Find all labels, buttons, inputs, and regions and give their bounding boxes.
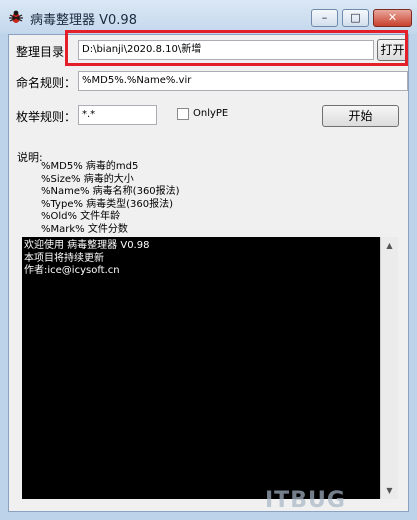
window-title: 病毒整理器 V0.98: [30, 13, 137, 28]
close-button[interactable]: ✕: [373, 9, 412, 27]
virus-bug-icon: [9, 10, 23, 23]
description-line: %Type% 病毒类型(360报法): [41, 198, 174, 210]
description-line: %Old% 文件年龄: [41, 211, 121, 222]
description-list: %MD5% 病毒的md5 %Size% 病毒的大小 %Name% 病毒名称(36…: [41, 161, 180, 236]
maximize-button[interactable]: □: [342, 9, 369, 27]
onlype-checkbox[interactable]: [177, 108, 189, 120]
description-line: %MD5% 病毒的md5: [41, 161, 139, 172]
minimize-button[interactable]: –: [311, 9, 338, 27]
enum-label: 枚举规则：: [16, 110, 77, 124]
description-line: %Name% 病毒名称(360报法): [41, 186, 180, 197]
title-bar: 病毒整理器 V0.98 – □ ✕: [0, 0, 417, 34]
description-line: %Mark% 文件分数: [41, 223, 128, 235]
scroll-down-icon[interactable]: ▼: [381, 482, 398, 499]
naming-input[interactable]: %MD5%.%Name%.vir: [78, 71, 408, 91]
description-line: %Size% 病毒的大小: [41, 173, 134, 185]
highlight-box: [65, 30, 408, 66]
console-line: 本项目将持续更新: [24, 252, 104, 264]
watermark: ITBUG: [265, 488, 346, 513]
console-scrollbar[interactable]: ▲ ▼: [380, 237, 398, 499]
scroll-up-icon[interactable]: ▲: [381, 237, 398, 254]
log-console[interactable]: 欢迎使用 病毒整理器 V0.98 本项目将持续更新 作者:ice@icysoft…: [22, 237, 380, 499]
console-line: 作者:ice@icysoft.cn: [24, 265, 120, 276]
enum-input[interactable]: *.*: [78, 105, 157, 125]
description-title: 说明:: [17, 151, 43, 164]
console-line: 欢迎使用 病毒整理器 V0.98: [24, 240, 150, 251]
start-button[interactable]: 开始: [322, 105, 399, 127]
naming-label: 命名规则：: [16, 76, 77, 90]
onlype-label[interactable]: OnlyPE: [193, 108, 228, 119]
